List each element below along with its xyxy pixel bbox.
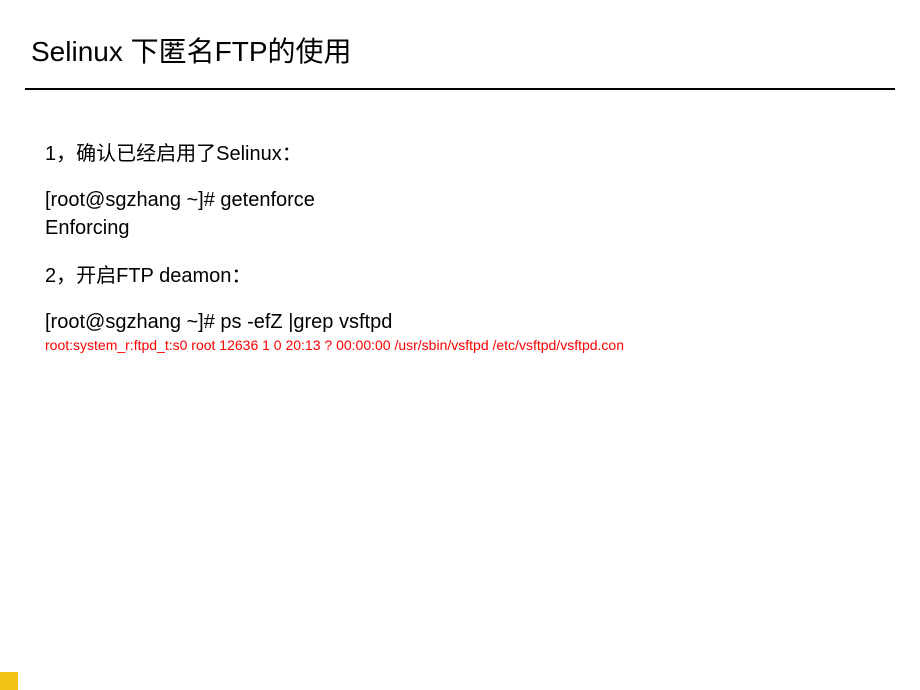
step1-output: Enforcing <box>45 214 895 242</box>
decorative-square <box>0 672 18 690</box>
step2-output: root:system_r:ftpd_t:s0 root 12636 1 0 2… <box>45 336 895 356</box>
title-underline <box>25 88 895 90</box>
step1-command: [root@sgzhang ~]# getenforce <box>45 186 895 214</box>
slide-container: Selinux 下匿名FTP的使用 1，确认已经启用了Selinux： [roo… <box>0 0 920 690</box>
step2-command-block: [root@sgzhang ~]# ps -efZ |grep vsftpd r… <box>45 308 895 356</box>
content-area: 1，确认已经启用了Selinux： [root@sgzhang ~]# gete… <box>25 140 895 356</box>
title-block: Selinux 下匿名FTP的使用 <box>25 30 895 90</box>
step1-label: 1，确认已经启用了Selinux： <box>45 140 895 168</box>
slide-title: Selinux 下匿名FTP的使用 <box>25 30 895 88</box>
step2-command: [root@sgzhang ~]# ps -efZ |grep vsftpd <box>45 308 895 336</box>
step2-label: 2，开启FTP deamon： <box>45 262 895 290</box>
step1-command-block: [root@sgzhang ~]# getenforce Enforcing <box>45 186 895 242</box>
